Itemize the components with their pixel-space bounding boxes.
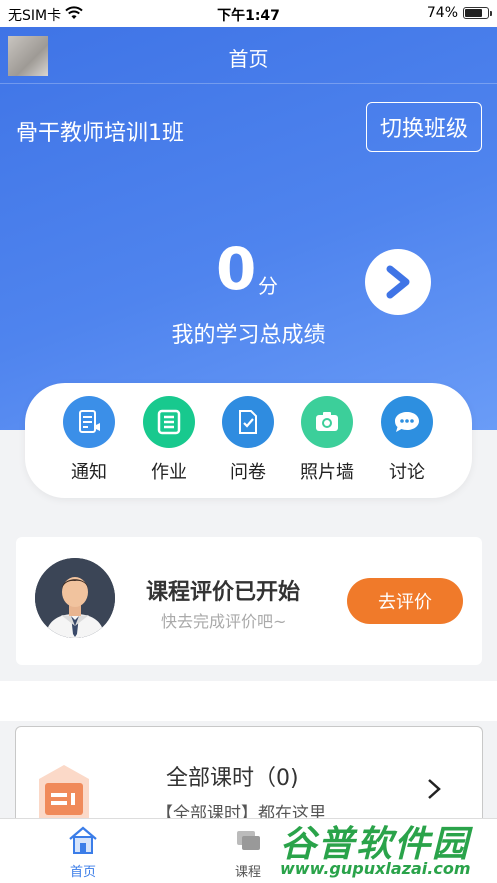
status-bar: 无SIM卡 下午1:47 74%	[0, 0, 497, 27]
score-label: 我的学习总成绩	[171, 323, 326, 348]
lessons-title: 全部课时（0)	[166, 766, 299, 791]
switch-class-button[interactable]: 切换班级	[366, 102, 482, 152]
lessons-icon	[39, 765, 89, 819]
quick-menu: 通知 作业 问卷 照片墙 讨论	[25, 383, 472, 498]
tab-home[interactable]: 首页	[53, 825, 113, 880]
go-evaluate-button[interactable]: 去评价	[347, 578, 463, 624]
watermark: 谷普软件园 www.gupuxlazai.com	[270, 815, 497, 883]
chevron-right-icon	[386, 265, 410, 299]
evaluation-subtitle: 快去完成评价吧~	[161, 612, 287, 631]
class-name: 骨干教师培训1班	[16, 121, 184, 146]
tab-label-home: 首页	[69, 865, 96, 880]
score-unit: 分	[258, 274, 278, 298]
menu-item-photo-wall[interactable]: 照片墙	[295, 396, 359, 484]
chat-icon	[381, 396, 433, 448]
menu-label-discussion: 讨论	[389, 462, 425, 483]
menu-item-discussion[interactable]: 讨论	[375, 396, 439, 484]
battery-icon	[463, 7, 492, 19]
score-value: 0	[216, 235, 257, 303]
menu-item-notice[interactable]: 通知	[57, 396, 121, 484]
menu-label-photo-wall: 照片墙	[300, 462, 354, 483]
menu-label-notice: 通知	[71, 462, 107, 483]
section-divider	[0, 681, 497, 721]
menu-label-survey: 问卷	[230, 462, 266, 483]
teacher-avatar	[35, 558, 115, 638]
tab-course[interactable]: 课程	[218, 825, 278, 880]
survey-icon	[222, 396, 274, 448]
tab-label-course: 课程	[234, 865, 261, 880]
evaluation-card: 课程评价已开始 快去完成评价吧~ 去评价	[16, 537, 482, 665]
evaluation-title: 课程评价已开始	[146, 580, 301, 605]
notice-icon	[63, 396, 115, 448]
page-title: 首页	[228, 47, 269, 71]
homework-icon	[143, 396, 195, 448]
menu-item-homework[interactable]: 作业	[137, 396, 201, 484]
camera-icon	[301, 396, 353, 448]
clock: 下午1:47	[217, 8, 280, 24]
course-icon	[237, 831, 260, 850]
watermark-url: www.gupuxlazai.com	[280, 859, 471, 878]
menu-item-survey[interactable]: 问卷	[216, 396, 280, 484]
nav-bar: 首页	[0, 27, 497, 84]
chevron-right-icon	[428, 779, 441, 799]
score-detail-button[interactable]	[365, 249, 431, 315]
hero-section: 首页 骨干教师培训1班 切换班级 0 分 我的学习总成绩	[0, 27, 497, 430]
menu-label-homework: 作业	[151, 462, 187, 483]
home-icon	[69, 826, 97, 854]
battery-percent: 74%	[426, 5, 458, 21]
